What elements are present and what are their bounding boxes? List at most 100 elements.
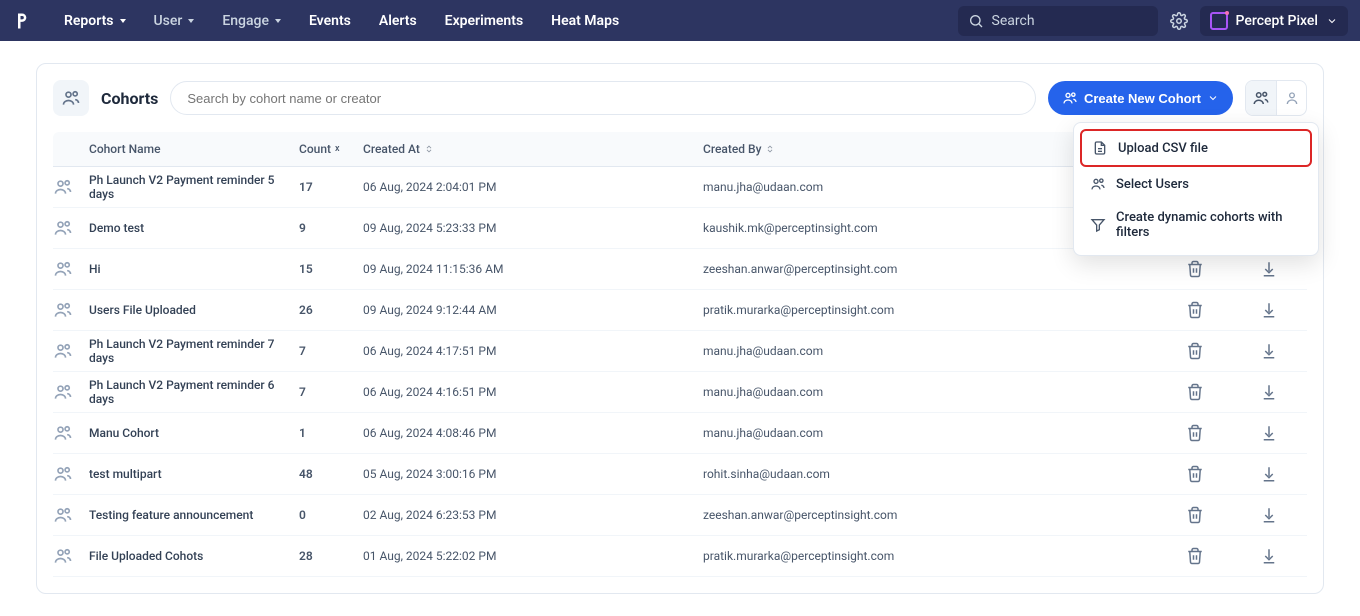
delete-icon[interactable] <box>1186 506 1204 524</box>
chevron-down-icon <box>275 19 281 23</box>
cell-created-at: 09 Aug, 2024 11:15:36 AM <box>363 262 703 276</box>
download-icon[interactable] <box>1260 547 1278 565</box>
nav-engage-label: Engage <box>222 13 269 29</box>
cell-name: Ph Launch V2 Payment reminder 7 days <box>89 337 299 365</box>
nav-heatmaps-label: Heat Maps <box>551 13 619 29</box>
table-row[interactable]: Ph Launch V2 Payment reminder 6 days 7 0… <box>53 372 1307 413</box>
nav-experiments[interactable]: Experiments <box>433 7 535 35</box>
app-logo-icon[interactable] <box>12 10 34 32</box>
cell-created-by: zeeshan.anwar@perceptinsight.com <box>703 262 1153 276</box>
dd-dynamic-cohort[interactable]: Create dynamic cohorts with filters <box>1080 201 1312 249</box>
download-icon[interactable] <box>1260 424 1278 442</box>
table-row[interactable]: Users File Uploaded 26 09 Aug, 2024 9:12… <box>53 290 1307 331</box>
toggle-all-users[interactable] <box>1246 81 1276 115</box>
cell-count: 17 <box>299 180 363 194</box>
card-header: Cohorts Create New Cohort <box>53 80 1307 116</box>
nav-user[interactable]: User <box>142 7 207 35</box>
toggle-single-user[interactable] <box>1276 81 1306 115</box>
nav-reports-label: Reports <box>64 13 114 29</box>
table-row[interactable]: test multipart 48 05 Aug, 2024 3:00:16 P… <box>53 454 1307 495</box>
nav-engage[interactable]: Engage <box>210 7 293 35</box>
nav-alerts[interactable]: Alerts <box>367 7 429 35</box>
row-cohort-icon <box>53 505 89 525</box>
col-created-at[interactable]: Created At <box>363 142 703 156</box>
cell-created-by: manu.jha@udaan.com <box>703 344 1153 358</box>
cell-name: test multipart <box>89 467 299 481</box>
top-navbar: Reports User Engage Events Alerts Experi… <box>0 0 1360 41</box>
org-switcher[interactable]: Percept Pixel <box>1200 6 1348 36</box>
cell-created-at: 02 Aug, 2024 6:23:53 PM <box>363 508 703 522</box>
row-cohort-icon <box>53 464 89 484</box>
cell-name: Testing feature announcement <box>89 508 299 522</box>
chevron-down-icon <box>1326 15 1338 27</box>
cell-created-by: manu.jha@udaan.com <box>703 426 1153 440</box>
sort-icon <box>424 144 434 154</box>
cell-count: 9 <box>299 221 363 235</box>
table-row[interactable]: Testing feature announcement 0 02 Aug, 2… <box>53 495 1307 536</box>
table-row[interactable]: Ph Launch V2 Payment reminder 7 days 7 0… <box>53 331 1307 372</box>
global-search[interactable]: Search <box>958 6 1158 36</box>
create-cohort-button[interactable]: Create New Cohort <box>1048 81 1233 115</box>
users-icon <box>1062 90 1078 106</box>
cell-created-by: rohit.sinha@udaan.com <box>703 467 1153 481</box>
nav-events[interactable]: Events <box>297 7 363 35</box>
cell-created-by: pratik.murarka@perceptinsight.com <box>703 303 1153 317</box>
cell-name: File Uploaded Cohots <box>89 549 299 563</box>
dd-upload-csv[interactable]: Upload CSV file <box>1080 129 1312 167</box>
delete-icon[interactable] <box>1186 342 1204 360</box>
filter-icon <box>1090 217 1106 233</box>
delete-icon[interactable] <box>1186 301 1204 319</box>
dd-upload-label: Upload CSV file <box>1118 141 1208 156</box>
create-cohort-dropdown: Upload CSV file Select Users Create dyna… <box>1073 122 1319 256</box>
download-icon[interactable] <box>1260 383 1278 401</box>
cell-created-by: pratik.murarka@perceptinsight.com <box>703 549 1153 563</box>
global-search-placeholder: Search <box>992 13 1035 29</box>
cell-created-at: 05 Aug, 2024 3:00:16 PM <box>363 467 703 481</box>
nav-items: Reports User Engage Events Alerts Experi… <box>52 7 631 35</box>
cell-created-at: 06 Aug, 2024 4:17:51 PM <box>363 344 703 358</box>
cohort-icon <box>53 80 89 116</box>
cohort-search-input[interactable] <box>170 81 1036 115</box>
cell-name: Manu Cohort <box>89 426 299 440</box>
download-icon[interactable] <box>1260 506 1278 524</box>
create-cohort-label: Create New Cohort <box>1084 91 1201 106</box>
row-cohort-icon <box>53 177 89 197</box>
chevron-down-icon <box>120 19 126 23</box>
chevron-down-icon <box>1207 92 1219 104</box>
row-cohort-icon <box>53 546 89 566</box>
row-cohort-icon <box>53 259 89 279</box>
delete-icon[interactable] <box>1186 424 1204 442</box>
download-icon[interactable] <box>1260 260 1278 278</box>
dd-dynamic-label: Create dynamic cohorts with filters <box>1116 210 1302 240</box>
download-icon[interactable] <box>1260 465 1278 483</box>
cell-created-at: 01 Aug, 2024 5:22:02 PM <box>363 549 703 563</box>
download-icon[interactable] <box>1260 301 1278 319</box>
nav-reports[interactable]: Reports <box>52 7 138 35</box>
cell-count: 15 <box>299 262 363 276</box>
nav-heatmaps[interactable]: Heat Maps <box>539 7 631 35</box>
table-row[interactable]: Manu Cohort 1 06 Aug, 2024 4:08:46 PM ma… <box>53 413 1307 454</box>
cohorts-card: Cohorts Create New Cohort Upload CSV fil… <box>36 63 1324 594</box>
row-cohort-icon <box>53 341 89 361</box>
row-cohort-icon <box>53 218 89 238</box>
nav-experiments-label: Experiments <box>445 13 523 29</box>
users-icon <box>1252 89 1270 107</box>
settings-icon[interactable] <box>1170 12 1188 30</box>
chevron-down-icon <box>188 19 194 23</box>
file-icon <box>1092 140 1108 156</box>
delete-icon[interactable] <box>1186 465 1204 483</box>
dd-select-users[interactable]: Select Users <box>1080 167 1312 201</box>
download-icon[interactable] <box>1260 342 1278 360</box>
user-icon <box>1284 90 1300 106</box>
cell-count: 7 <box>299 344 363 358</box>
delete-icon[interactable] <box>1186 547 1204 565</box>
row-cohort-icon <box>53 300 89 320</box>
delete-icon[interactable] <box>1186 383 1204 401</box>
row-cohort-icon <box>53 382 89 402</box>
col-name: Cohort Name <box>89 142 299 156</box>
delete-icon[interactable] <box>1186 260 1204 278</box>
table-row[interactable]: File Uploaded Cohots 28 01 Aug, 2024 5:2… <box>53 536 1307 577</box>
cell-name: Hi <box>89 262 299 276</box>
cell-name: Ph Launch V2 Payment reminder 5 days <box>89 173 299 201</box>
view-toggle <box>1245 80 1307 116</box>
